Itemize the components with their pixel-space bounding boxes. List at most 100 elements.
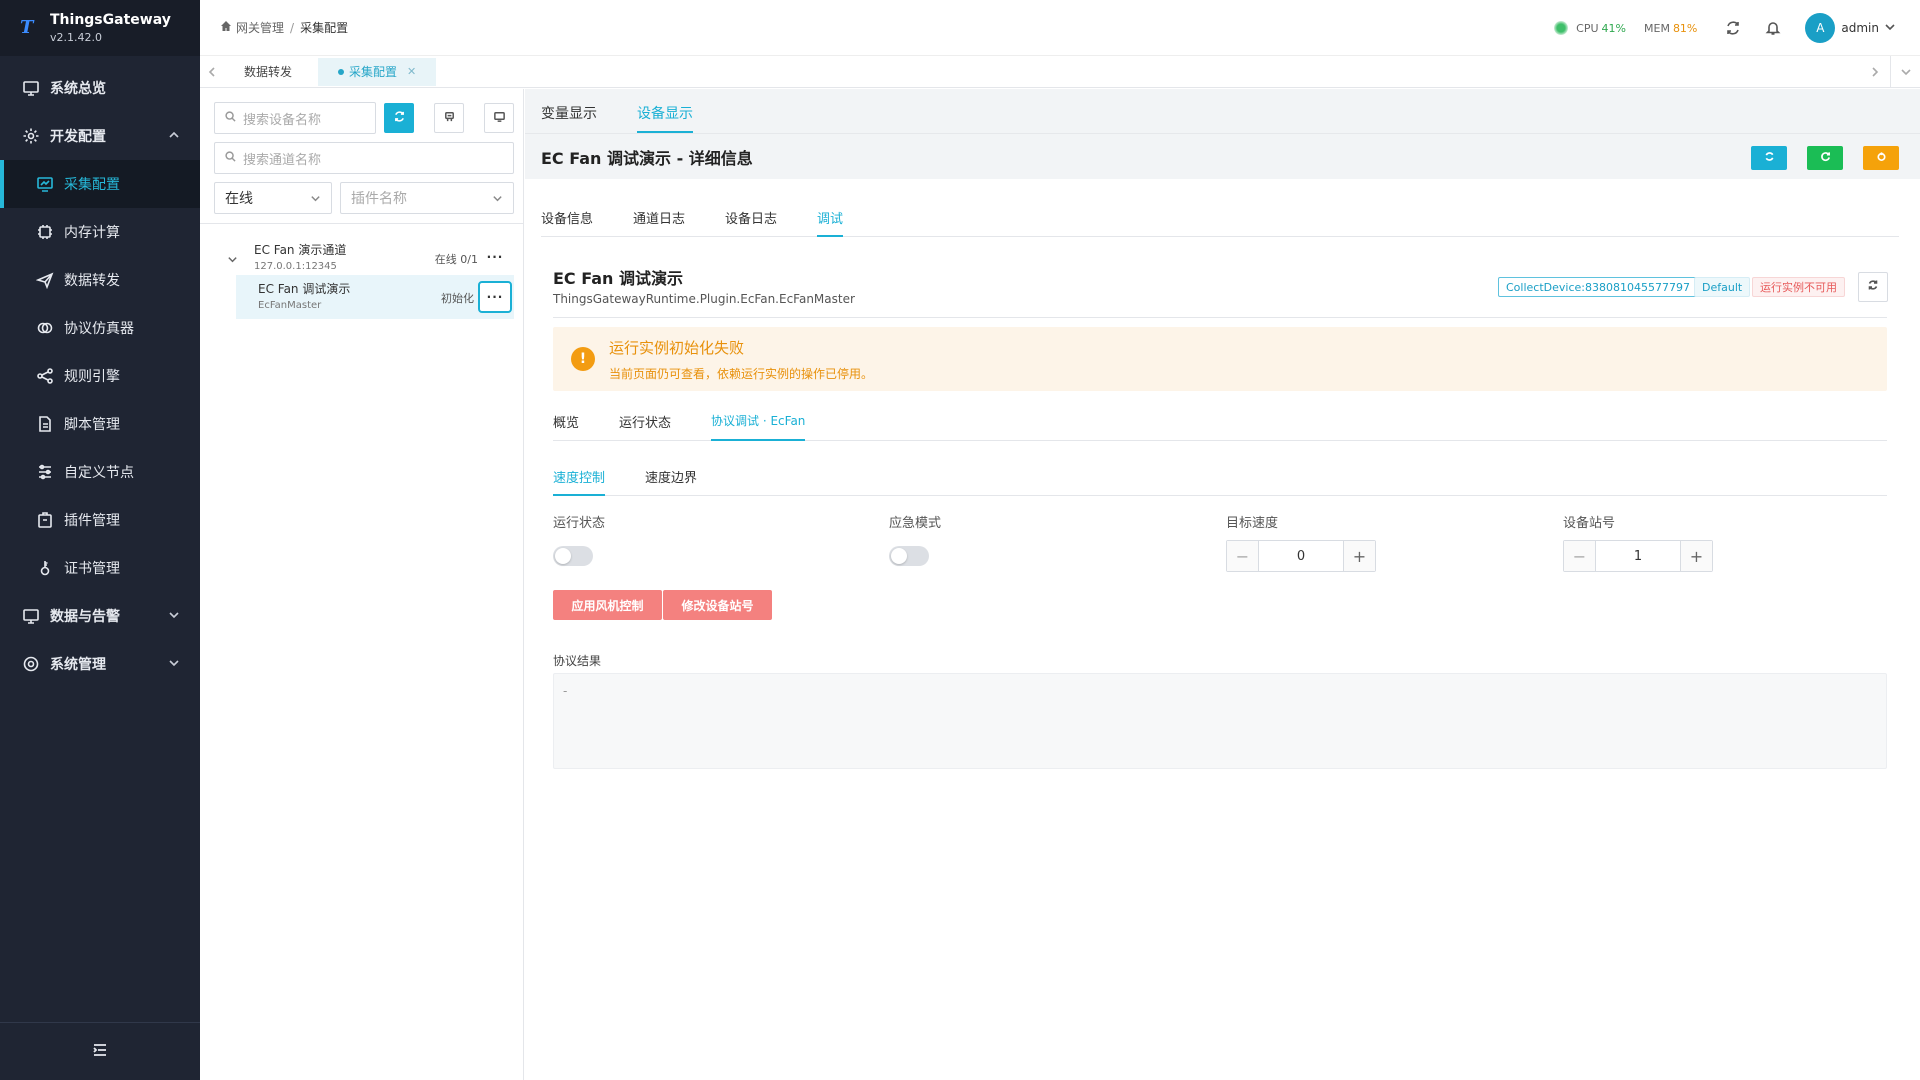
view-tabs: 变量显示 设备显示: [525, 89, 1920, 133]
target-speed-stepper[interactable]: − 0 +: [1226, 540, 1376, 572]
gear-icon: [22, 127, 40, 145]
sidebar-item-label: 数据转发: [64, 273, 120, 289]
sidebar-item-label: 协议仿真器: [64, 321, 134, 337]
tab-device-info[interactable]: 设备信息: [541, 208, 593, 236]
station-stepper[interactable]: − 1 +: [1563, 540, 1713, 572]
channel-search-input[interactable]: 搜索通道名称: [214, 142, 514, 174]
sidebar-item-protocol-simulator[interactable]: 协议仿真器: [0, 304, 200, 352]
sidebar-item-collect-config[interactable]: 采集配置: [0, 160, 200, 208]
increment-button[interactable]: +: [1680, 541, 1712, 571]
channel-address: 127.0.0.1:12345: [254, 261, 337, 272]
sidebar-item-label: 插件管理: [64, 513, 120, 529]
search-icon: [225, 150, 243, 166]
sidebar-item-label: 自定义节点: [64, 465, 134, 481]
device-more-button[interactable]: ···: [478, 281, 512, 313]
tab-scroll-right-icon[interactable]: [1860, 56, 1890, 88]
tab-device-view[interactable]: 设备显示: [637, 103, 693, 133]
sidebar-item-label: 脚本管理: [64, 417, 120, 433]
tab-scroll-left-icon[interactable]: [200, 66, 224, 77]
tab-speed-control[interactable]: 速度控制: [553, 467, 606, 496]
default-badge: Default: [1694, 277, 1751, 297]
refresh-icon: [1867, 279, 1879, 295]
modify-station-button[interactable]: 修改设备站号: [663, 590, 772, 620]
station-value[interactable]: 1: [1596, 549, 1680, 564]
sidebar-item-data-forward[interactable]: 数据转发: [0, 256, 200, 304]
detail-panel: 变量显示 设备显示 EC Fan 调试演示 - 详细信息: [525, 89, 1920, 1080]
emergency-mode-toggle[interactable]: [889, 546, 929, 566]
collapse-sidebar-button[interactable]: [0, 1022, 200, 1080]
sidebar-item-script-manage[interactable]: 脚本管理: [0, 400, 200, 448]
active-dot-icon: [338, 68, 345, 75]
status-select[interactable]: 在线: [214, 182, 332, 214]
error-alert: ! 运行实例初始化失败 当前页面仍可查看，依赖运行实例的操作已停用。: [553, 327, 1887, 391]
result-label: 协议结果: [553, 654, 602, 668]
home-icon[interactable]: [220, 20, 236, 35]
chevron-down-icon[interactable]: [227, 253, 238, 269]
sidebar-item-memory-compute[interactable]: 内存计算: [0, 208, 200, 256]
tab-device-log[interactable]: 设备日志: [725, 208, 777, 236]
apply-fan-control-button[interactable]: 应用风机控制: [553, 590, 662, 620]
tab-channel-log[interactable]: 通道日志: [633, 208, 685, 236]
bell-icon[interactable]: [1765, 20, 1781, 36]
sidebar-item-data-alarm[interactable]: 数据与告警: [0, 592, 200, 640]
sidebar-item-system-manage[interactable]: 系统管理: [0, 640, 200, 688]
sliders-icon: [36, 463, 54, 481]
tab-data-forward[interactable]: 数据转发: [224, 58, 312, 86]
refresh-button[interactable]: [1751, 146, 1787, 170]
breadcrumb-current: 采集配置: [300, 21, 349, 35]
channel-more-button[interactable]: ···: [484, 246, 506, 268]
sidebar-item-rule-engine[interactable]: 规则引擎: [0, 352, 200, 400]
station-label: 设备站号: [1563, 516, 1616, 531]
tab-variable-view[interactable]: 变量显示: [541, 103, 597, 133]
power-button[interactable]: [1863, 146, 1899, 170]
device-search-input[interactable]: 搜索设备名称: [214, 102, 376, 134]
file-icon: [36, 415, 54, 433]
plugin-select[interactable]: 插件名称: [340, 182, 514, 214]
close-icon[interactable]: ✕: [407, 65, 416, 78]
increment-button[interactable]: +: [1343, 541, 1375, 571]
decrement-button[interactable]: −: [1564, 541, 1596, 571]
alert-title: 运行实例初始化失败: [609, 339, 745, 357]
tab-protocol-debug[interactable]: 协议调试 · EcFan: [711, 412, 806, 441]
sidebar-item-plugin-manage[interactable]: 插件管理: [0, 496, 200, 544]
device-plugin: EcFanMaster: [258, 300, 322, 311]
tab-run-state[interactable]: 运行状态: [619, 412, 671, 440]
tab-overview[interactable]: 概览: [553, 412, 579, 440]
restart-button[interactable]: [1807, 146, 1843, 170]
tab-menu-chevron-down-icon[interactable]: [1890, 56, 1920, 88]
reload-button[interactable]: [1858, 272, 1888, 302]
avatar[interactable]: A: [1805, 13, 1836, 43]
device-node[interactable]: EC Fan 调试演示 EcFanMaster 初始化 ···: [236, 275, 514, 319]
channel-node[interactable]: EC Fan 演示通道 127.0.0.1:12345 在线 0/1 ···: [212, 239, 512, 279]
chip-icon: [36, 223, 54, 241]
emergency-mode-label: 应急模式: [889, 516, 942, 531]
chevron-up-icon: [168, 129, 180, 145]
monitor-icon: [493, 110, 506, 127]
run-state-toggle[interactable]: [553, 546, 593, 566]
user-menu[interactable]: admin: [1841, 21, 1896, 36]
sidebar-item-label: 系统总览: [50, 81, 106, 97]
sidebar-item-label: 系统管理: [50, 657, 106, 673]
tab-debug[interactable]: 调试: [817, 208, 844, 237]
cpu-value: 41%: [1601, 21, 1626, 35]
refresh-icon[interactable]: [1725, 20, 1741, 36]
refresh-tree-button[interactable]: [384, 103, 414, 133]
breadcrumb-item[interactable]: 网关管理: [236, 19, 284, 36]
chevron-down-icon: [168, 657, 180, 673]
sidebar-item-overview[interactable]: 系统总览: [0, 64, 200, 112]
decrement-button[interactable]: −: [1227, 541, 1259, 571]
page-tab-bar: 数据转发 采集配置 ✕: [200, 56, 1920, 88]
sidebar-item-cert-manage[interactable]: 证书管理: [0, 544, 200, 592]
target-speed-value[interactable]: 0: [1259, 549, 1343, 564]
sidebar-item-dev-config[interactable]: 开发配置: [0, 112, 200, 160]
result-output: -: [553, 673, 1887, 769]
refresh-icon: [393, 110, 406, 127]
status-badge: 运行实例不可用: [1752, 277, 1845, 297]
tab-speed-bounds[interactable]: 速度边界: [645, 467, 697, 495]
top-header: 网关管理 / 采集配置 CPU 41% MEM 81% A admin: [200, 0, 1920, 56]
clean-button[interactable]: [434, 103, 464, 133]
tab-collect-config[interactable]: 采集配置 ✕: [318, 57, 437, 86]
sidebar-item-custom-node[interactable]: 自定义节点: [0, 448, 200, 496]
display-button[interactable]: [484, 103, 514, 133]
monitor-icon: [22, 79, 40, 97]
